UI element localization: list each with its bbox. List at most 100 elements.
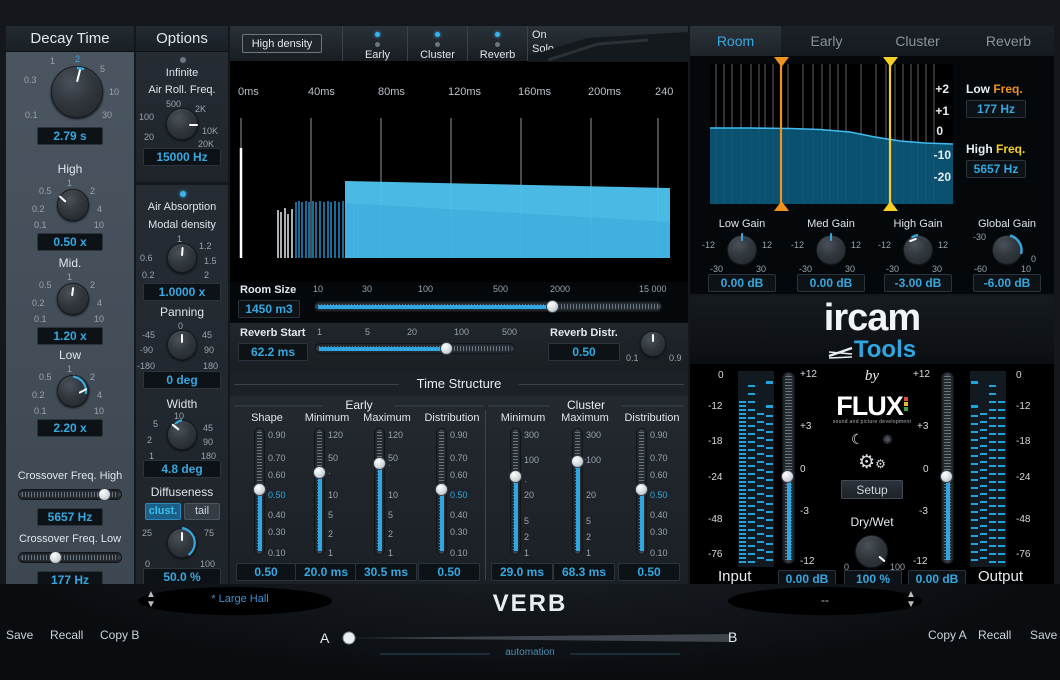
tick: 300	[524, 430, 539, 440]
air-roll-freq-value[interactable]: 15000 Hz	[143, 148, 221, 166]
setup-button[interactable]: Setup	[841, 480, 903, 499]
slider-handle[interactable]	[440, 342, 453, 355]
early-on-led-icon[interactable]	[375, 32, 380, 37]
cluster-minimum-value[interactable]: 29.0 ms	[491, 563, 553, 581]
diffuseness-tab-tail[interactable]: tail	[184, 503, 220, 520]
cluster-maximum-value[interactable]: 68.3 ms	[553, 563, 615, 581]
footer-recall-right[interactable]: Recall	[978, 628, 1011, 642]
input-fader[interactable]	[782, 372, 795, 564]
tick: 2	[524, 532, 529, 542]
sun-icon[interactable]: ✺	[882, 432, 893, 447]
slider-handle[interactable]	[49, 551, 62, 564]
low-gain-value[interactable]: 0.00 dB	[708, 274, 776, 292]
fader-handle[interactable]	[940, 470, 953, 483]
modal-density-value[interactable]: 1.0000 x	[143, 283, 221, 301]
early-shape-value[interactable]: 0.50	[236, 563, 296, 581]
decay-time-value[interactable]: 2.79 s	[37, 127, 103, 145]
slider-handle[interactable]	[313, 466, 326, 479]
high-freq-handle-bottom-icon[interactable]	[883, 201, 898, 211]
room-size-value[interactable]: 1450 m3	[238, 300, 300, 318]
high-gain-value[interactable]: -3.00 dB	[884, 274, 952, 292]
decay-high-knob[interactable]	[57, 189, 89, 221]
slider-handle[interactable]	[635, 483, 648, 496]
low-freq-handle-top-icon[interactable]	[774, 57, 789, 67]
decay-high-group: High 1 0.5 2 0.2 4 0.1 10 0.50 x	[6, 162, 134, 254]
cluster-distribution-slider[interactable]	[636, 428, 647, 555]
footer-recall-left[interactable]: Recall	[50, 628, 83, 642]
low-freq-handle-bottom-icon[interactable]	[774, 201, 789, 211]
toggle-reverb[interactable]: Reverb	[468, 26, 527, 62]
preset-right-stepper-icon[interactable]: ▲▼	[906, 590, 916, 610]
early-minimum-slider[interactable]	[314, 428, 325, 555]
crossover-high-value[interactable]: 5657 Hz	[37, 508, 103, 526]
decay-mid-value[interactable]: 1.20 x	[37, 327, 103, 345]
footer-copy-a[interactable]: Copy A	[928, 628, 967, 642]
crossover-low-slider[interactable]	[18, 552, 122, 563]
crossover-high-slider[interactable]	[18, 489, 122, 500]
tab-cluster[interactable]: Cluster	[872, 26, 963, 56]
air-absorption-led-icon[interactable]	[180, 191, 186, 197]
diffuseness-knob-indicator	[181, 532, 183, 541]
tick-2: 2	[204, 270, 209, 280]
cluster-title-rule	[488, 405, 684, 407]
diffuseness-tab-cluster[interactable]: clust.	[145, 503, 181, 520]
global-gain-value[interactable]: -6.00 dB	[973, 274, 1041, 292]
ab-morph-slider[interactable]	[340, 630, 730, 646]
decay-high-value[interactable]: 0.50 x	[37, 233, 103, 251]
drywet-knob[interactable]	[855, 535, 888, 568]
fader-handle[interactable]	[781, 470, 794, 483]
cluster-on-led-icon[interactable]	[435, 32, 440, 37]
footer-save-left[interactable]: Save	[6, 628, 33, 642]
tab-room[interactable]: Room	[690, 26, 781, 56]
infinite-led-icon[interactable]	[180, 57, 186, 63]
cluster-solo-led-icon[interactable]	[435, 42, 440, 47]
tick: 0.50	[268, 490, 286, 500]
slider-handle[interactable]	[571, 455, 584, 468]
room-size-slider[interactable]	[314, 301, 662, 312]
footer-copy-b[interactable]: Copy B	[100, 628, 139, 642]
slider-handle[interactable]	[98, 488, 111, 501]
slider-handle[interactable]	[373, 457, 386, 470]
early-shape-slider[interactable]	[254, 428, 265, 555]
early-distribution-value[interactable]: 0.50	[418, 563, 480, 581]
width-value[interactable]: 4.8 deg	[143, 460, 221, 478]
high-freq-handle-top-icon[interactable]	[883, 57, 898, 67]
cluster-distribution-value[interactable]: 0.50	[618, 563, 680, 581]
high-freq-value[interactable]: 5657 Hz	[966, 160, 1026, 178]
slider-handle[interactable]	[435, 483, 448, 496]
early-maximum-value[interactable]: 30.5 ms	[355, 563, 417, 581]
tab-early[interactable]: Early	[781, 26, 872, 56]
decay-low-value[interactable]: 2.20 x	[37, 419, 103, 437]
footer-save-right[interactable]: Save	[1030, 628, 1057, 642]
reverb-start-slider[interactable]	[315, 343, 515, 354]
moon-icon[interactable]: ☾	[851, 431, 864, 447]
reverb-start-value[interactable]: 62.2 ms	[238, 343, 308, 361]
early-minimum-value[interactable]: 20.0 ms	[295, 563, 357, 581]
slider-handle[interactable]	[509, 470, 522, 483]
toggle-cluster[interactable]: Cluster	[408, 26, 467, 62]
impulse-response-graph[interactable]: 0ms 40ms 80ms 120ms 160ms 200ms 240	[230, 62, 688, 282]
panning-value[interactable]: 0 deg	[143, 371, 221, 389]
early-maximum-slider[interactable]	[374, 428, 385, 555]
reverb-on-led-icon[interactable]	[495, 32, 500, 37]
med-gain-value[interactable]: 0.00 dB	[797, 274, 865, 292]
cluster-maximum-slider[interactable]	[572, 428, 583, 555]
options-lower-section: Air Absorption Modal density 1 1.2 0.6 1…	[136, 184, 228, 584]
tab-reverb[interactable]: Reverb	[963, 26, 1054, 56]
toggle-early[interactable]: Early	[348, 26, 407, 62]
rs-tick-2000: 2000	[550, 284, 570, 294]
gear-icon[interactable]: ⚙⚙	[830, 455, 914, 472]
eq-graph[interactable]: +2 +1 0 -10 -20	[710, 64, 953, 204]
slider-handle[interactable]	[546, 300, 559, 313]
reverb-distr-value[interactable]: 0.50	[548, 343, 620, 361]
tick: 0.10	[268, 548, 286, 558]
slider-handle[interactable]	[253, 483, 266, 496]
early-distribution-slider[interactable]	[436, 428, 447, 555]
low-freq-value[interactable]: 177 Hz	[966, 100, 1026, 118]
reverb-solo-led-icon[interactable]	[495, 42, 500, 47]
high-density-button[interactable]: High density	[242, 34, 322, 53]
tick: 0.90	[450, 430, 468, 440]
early-solo-led-icon[interactable]	[375, 42, 380, 47]
output-fader[interactable]	[941, 372, 954, 564]
cluster-minimum-slider[interactable]	[510, 428, 521, 555]
